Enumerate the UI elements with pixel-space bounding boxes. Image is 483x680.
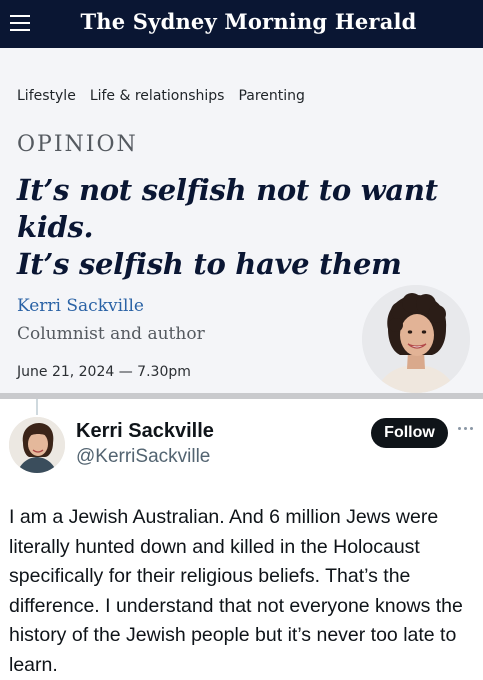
breadcrumb-lifestyle[interactable]: Lifestyle: [17, 88, 76, 104]
publish-date: June 21, 2024 — 7.30pm: [17, 364, 191, 380]
author-name-link[interactable]: Kerri Sackville: [17, 296, 144, 316]
follow-button[interactable]: Follow: [371, 418, 448, 448]
thread-connector-line: [36, 399, 38, 415]
tweet-handle[interactable]: @KerriSackville: [76, 446, 210, 468]
article-headline: It’s not selfish not to want kids. It’s …: [17, 172, 477, 283]
tweet-display-name[interactable]: Kerri Sackville: [76, 420, 214, 443]
more-horizontal-icon[interactable]: [457, 424, 477, 434]
author-photo: [362, 285, 470, 393]
tweet-body: I am a Jewish Australian. And 6 million …: [9, 506, 463, 676]
masthead-logo[interactable]: The Sydney Morning Herald: [0, 0, 483, 42]
headline-line-1: It’s not selfish not to want kids.: [17, 173, 438, 244]
avatar[interactable]: [9, 417, 65, 473]
site-header: The Sydney Morning Herald: [0, 0, 483, 48]
breadcrumb: Lifestyle Life & relationships Parenting: [17, 88, 305, 104]
section-divider: [0, 393, 483, 399]
breadcrumb-life-relationships[interactable]: Life & relationships: [90, 88, 225, 104]
headline-line-2: It’s selfish to have them: [17, 247, 402, 281]
opinion-kicker: OPINION: [17, 132, 138, 157]
breadcrumb-parenting[interactable]: Parenting: [238, 88, 304, 104]
author-role: Columnist and author: [17, 324, 205, 344]
article-card: Lifestyle Life & relationships Parenting…: [0, 48, 483, 393]
